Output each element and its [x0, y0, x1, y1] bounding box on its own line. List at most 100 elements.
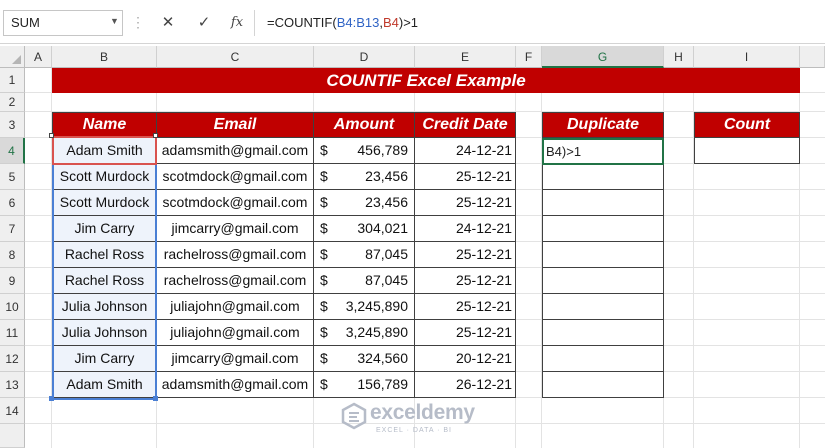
- credit-date-cell[interactable]: 25-12-21: [414, 267, 516, 294]
- credit-date-cell[interactable]: 25-12-21: [414, 163, 516, 190]
- formula-input[interactable]: =COUNTIF(B4:B13,B4)>1: [254, 10, 825, 36]
- email-cell[interactable]: jimcarry@gmail.com: [156, 345, 314, 372]
- row-header[interactable]: 14: [0, 398, 25, 424]
- header-credit-date[interactable]: Credit Date: [414, 112, 516, 138]
- header-duplicate[interactable]: Duplicate: [542, 112, 664, 138]
- currency-symbol: $: [320, 376, 328, 392]
- column-header[interactable]: H: [664, 46, 694, 68]
- amount-cell[interactable]: $23,456: [313, 189, 415, 216]
- duplicate-cell[interactable]: [542, 293, 664, 320]
- row-header[interactable]: 3: [0, 112, 25, 138]
- amount-value: 324,560: [357, 350, 408, 366]
- row-header[interactable]: [0, 424, 25, 448]
- column-header[interactable]: D: [314, 46, 415, 68]
- row-header[interactable]: 9: [0, 268, 25, 294]
- header-amount[interactable]: Amount: [313, 112, 415, 138]
- credit-date-cell[interactable]: 25-12-21: [414, 319, 516, 346]
- credit-date-cell[interactable]: 20-12-21: [414, 345, 516, 372]
- email-cell[interactable]: rachelross@gmail.com: [156, 267, 314, 294]
- email-cell[interactable]: rachelross@gmail.com: [156, 241, 314, 268]
- currency-symbol: $: [320, 194, 328, 210]
- header-email[interactable]: Email: [156, 112, 314, 138]
- credit-date-cell[interactable]: 24-12-21: [414, 137, 516, 164]
- amount-cell[interactable]: $3,245,890: [313, 293, 415, 320]
- credit-date-cell[interactable]: 26-12-21: [414, 371, 516, 398]
- column-header[interactable]: A: [25, 46, 52, 68]
- column-header[interactable]: F: [516, 46, 542, 68]
- currency-symbol: $: [320, 298, 328, 314]
- header-name[interactable]: Name: [52, 112, 157, 138]
- active-cell-editor[interactable]: B4)>1: [542, 138, 664, 165]
- count-cell[interactable]: [694, 137, 800, 164]
- email-cell[interactable]: juliajohn@gmail.com: [156, 293, 314, 320]
- name-box-value: SUM: [11, 15, 40, 30]
- amount-cell[interactable]: $87,045: [313, 267, 415, 294]
- chevron-down-icon[interactable]: ▼: [110, 16, 119, 26]
- formula-range-highlight: [52, 164, 157, 400]
- amount-value: 23,456: [365, 194, 408, 210]
- formula-cell-highlight: [52, 136, 157, 165]
- watermark-tagline: EXCEL · DATA · BI: [376, 427, 452, 434]
- row-header[interactable]: 8: [0, 242, 25, 268]
- range-handle[interactable]: [153, 396, 158, 401]
- column-header[interactable]: C: [157, 46, 314, 68]
- duplicate-cell[interactable]: [542, 241, 664, 268]
- email-cell[interactable]: scotmdock@gmail.com: [156, 163, 314, 190]
- duplicate-cell[interactable]: [542, 319, 664, 346]
- row-header[interactable]: 11: [0, 320, 25, 346]
- insert-function-icon[interactable]: fx: [226, 12, 248, 34]
- amount-cell[interactable]: $304,021: [313, 215, 415, 242]
- duplicate-cell[interactable]: [542, 215, 664, 242]
- duplicate-cell[interactable]: [542, 189, 664, 216]
- row-header[interactable]: 6: [0, 190, 25, 216]
- column-header-active[interactable]: G: [542, 46, 664, 68]
- credit-date-cell[interactable]: 25-12-21: [414, 189, 516, 216]
- column-header[interactable]: B: [52, 46, 157, 68]
- amount-cell[interactable]: $87,045: [313, 241, 415, 268]
- row-header[interactable]: 2: [0, 93, 25, 112]
- amount-cell[interactable]: $456,789: [313, 137, 415, 164]
- header-count[interactable]: Count: [694, 112, 800, 138]
- amount-cell[interactable]: $3,245,890: [313, 319, 415, 346]
- amount-cell[interactable]: $324,560: [313, 345, 415, 372]
- cell-edit-text: B4)>1: [546, 144, 582, 159]
- credit-date-cell[interactable]: 25-12-21: [414, 241, 516, 268]
- row-header[interactable]: 1: [0, 68, 25, 93]
- duplicate-cell[interactable]: [542, 163, 664, 190]
- email-cell[interactable]: scotmdock@gmail.com: [156, 189, 314, 216]
- currency-symbol: $: [320, 142, 328, 158]
- row-header[interactable]: 7: [0, 216, 25, 242]
- amount-value: 304,021: [357, 220, 408, 236]
- credit-date-cell[interactable]: 24-12-21: [414, 215, 516, 242]
- duplicate-cell[interactable]: [542, 267, 664, 294]
- row-header-active[interactable]: 4: [0, 138, 25, 164]
- row-header[interactable]: 13: [0, 372, 25, 398]
- currency-symbol: $: [320, 220, 328, 236]
- range-handle[interactable]: [49, 396, 54, 401]
- amount-cell[interactable]: $23,456: [313, 163, 415, 190]
- sheet-title[interactable]: COUNTIF Excel Example: [52, 68, 800, 93]
- column-header[interactable]: I: [694, 46, 800, 68]
- enter-icon[interactable]: ✓: [193, 12, 215, 34]
- email-cell[interactable]: adamsmith@gmail.com: [156, 137, 314, 164]
- range-handle[interactable]: [49, 133, 54, 138]
- cancel-icon[interactable]: ✕: [157, 12, 179, 34]
- credit-date-cell[interactable]: 25-12-21: [414, 293, 516, 320]
- formula-text: =COUNTIF(: [267, 15, 337, 30]
- column-header[interactable]: E: [415, 46, 516, 68]
- row-header[interactable]: 12: [0, 346, 25, 372]
- formula-cell-ref: B4: [382, 15, 399, 30]
- select-all-corner[interactable]: [0, 46, 25, 68]
- range-handle[interactable]: [153, 133, 158, 138]
- duplicate-cell[interactable]: [542, 345, 664, 372]
- row-header[interactable]: 10: [0, 294, 25, 320]
- email-cell[interactable]: adamsmith@gmail.com: [156, 371, 314, 398]
- name-box[interactable]: SUM: [3, 10, 123, 36]
- email-cell[interactable]: juliajohn@gmail.com: [156, 319, 314, 346]
- email-cell[interactable]: jimcarry@gmail.com: [156, 215, 314, 242]
- duplicate-cell[interactable]: [542, 371, 664, 398]
- row-header[interactable]: 5: [0, 164, 25, 190]
- amount-cell[interactable]: $156,789: [313, 371, 415, 398]
- currency-symbol: $: [320, 168, 328, 184]
- column-header-blank[interactable]: [800, 46, 825, 68]
